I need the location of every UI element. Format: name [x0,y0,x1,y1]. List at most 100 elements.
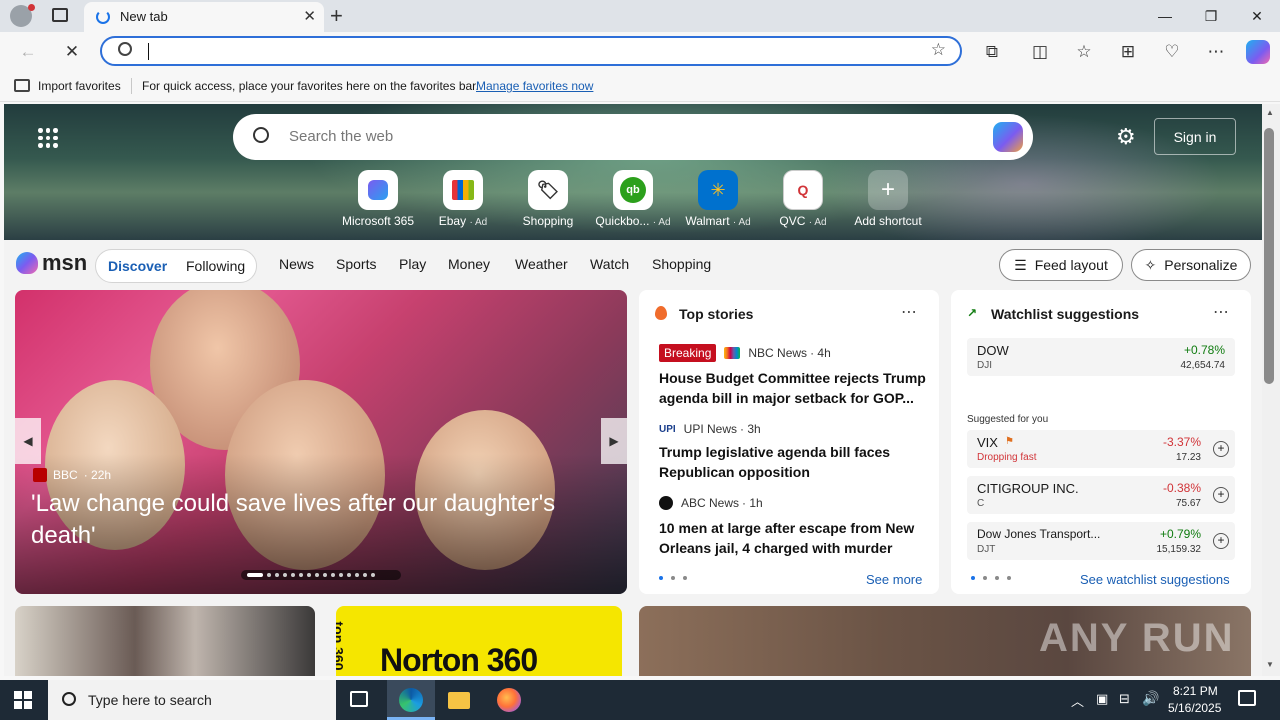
featured-headline[interactable]: 'Law change could save lives after our d… [31,488,601,552]
tray-chevron-icon[interactable]: ︿ [1071,691,1084,710]
tray-device-icon[interactable]: ▣ [1096,691,1108,707]
clock-date[interactable]: 5/16/2025 [1168,701,1221,715]
story-meta: ABC News · 1h [659,496,763,510]
task-view-icon[interactable] [350,691,368,707]
notifications-icon[interactable] [1238,690,1256,706]
taskbar-search-placeholder: Type here to search [88,692,212,708]
add-to-watchlist-button[interactable]: + [1213,533,1229,549]
hero-background: Search the web ⚙ Sign in Microsoft 365 E… [4,104,1262,240]
volume-icon[interactable]: 🔊 [1142,690,1159,707]
scrollbar-thumb[interactable] [1264,128,1274,384]
import-favorites-button[interactable]: Import favorites [38,79,121,93]
feed-mode-toggle: Discover Following [95,249,257,283]
nav-watch[interactable]: Watch [590,256,629,272]
shortcut-quickbooks[interactable]: qb Quickbo... · Ad [588,170,678,228]
more-options-icon[interactable]: ⋯ [1213,302,1229,322]
add-to-watchlist-button[interactable]: + [1213,487,1229,503]
search-icon [62,692,76,706]
split-screen-icon[interactable]: ◫ [1028,40,1052,64]
new-tab-page: Search the web ⚙ Sign in Microsoft 365 E… [4,104,1262,676]
norton-logo-text: Norton 360 [380,642,538,676]
nav-weather[interactable]: Weather [515,256,568,272]
settings-more-icon[interactable]: ⋯ [1204,40,1228,64]
personalize-button[interactable]: ✧ Personalize [1131,249,1251,281]
firefox-icon[interactable] [497,688,521,712]
start-button[interactable] [14,691,32,709]
norton-ad-card[interactable]: ton 360 Norton 360 [336,606,622,676]
news-card-photo[interactable]: ANY RUN [639,606,1251,676]
tab-actions-icon[interactable] [52,8,68,22]
favorites-icon[interactable]: ☆ [1072,40,1096,64]
carousel-next-button[interactable]: ▶ [601,418,627,464]
scroll-up-icon[interactable]: ▲ [1266,108,1274,117]
news-card-photo[interactable] [15,606,315,676]
copilot-icon[interactable] [1246,40,1270,64]
nav-news[interactable]: News [279,256,314,272]
ticker-row-dow[interactable]: DOW DJI +0.78% 42,654.74 [967,338,1235,376]
minimize-button[interactable]: — [1142,0,1188,32]
text-cursor [148,43,149,60]
apps-grid-icon[interactable] [38,128,58,148]
new-tab-button[interactable]: + [330,3,343,29]
copilot-icon[interactable] [993,122,1023,152]
scroll-down-icon[interactable]: ▼ [1266,660,1274,669]
clock-time[interactable]: 8:21 PM [1173,684,1218,698]
see-more-link[interactable]: See more [866,572,922,587]
add-shortcut-button[interactable]: + Add shortcut [843,170,933,228]
carousel-prev-button[interactable]: ◀ [15,418,41,464]
tab-following[interactable]: Following [186,258,245,274]
network-icon[interactable]: ⊟ [1119,691,1130,707]
loading-spinner-icon [96,10,110,24]
msn-logo[interactable]: msn [16,250,87,276]
file-explorer-icon[interactable] [448,692,470,709]
story-headline[interactable]: 10 men at large after escape from New Or… [659,518,927,558]
tab-discover[interactable]: Discover [108,258,167,274]
address-bar[interactable]: ☆ [100,36,962,66]
profile-avatar[interactable] [10,4,35,27]
shortcut-shopping[interactable]: 🏷 Shopping [503,170,593,228]
web-search-box[interactable]: Search the web [233,114,1033,160]
shortcut-microsoft-365[interactable]: Microsoft 365 [333,170,423,228]
divider [131,78,132,94]
see-watchlist-link[interactable]: See watchlist suggestions [1080,572,1230,587]
notification-dot [28,4,35,11]
ticker-row-djt[interactable]: Dow Jones Transport... DJT +0.79% 15,159… [967,522,1235,560]
nav-sports[interactable]: Sports [336,256,376,272]
shortcut-walmart[interactable]: ✳ Walmart · Ad [673,170,763,228]
feed-layout-button[interactable]: ☰ Feed layout [999,249,1123,281]
story-headline[interactable]: House Budget Committee rejects Trump age… [659,368,927,408]
close-window-button[interactable]: ✕ [1234,0,1280,32]
norton-side-text: ton 360 [336,621,347,671]
nav-money[interactable]: Money [448,256,490,272]
browser-essentials-icon[interactable]: ♡ [1160,40,1184,64]
restore-button[interactable]: ❐ [1188,0,1234,32]
back-arrow-icon[interactable]: ← [16,40,40,64]
nav-play[interactable]: Play [399,256,426,272]
nav-shopping[interactable]: Shopping [652,256,711,272]
edge-taskbar-button[interactable] [387,680,435,720]
stop-loading-icon[interactable]: ✕ [60,40,84,64]
story-meta: UPI UPI News · 3h [659,422,761,436]
more-options-icon[interactable]: ⋯ [901,302,917,322]
favorite-star-icon[interactable]: ☆ [931,40,946,60]
collections-icon[interactable]: ⊞ [1116,40,1140,64]
taskbar-search-box[interactable]: Type here to search [48,680,336,720]
tab-new-tab[interactable]: New tab ✕ [84,2,324,32]
ticker-row-citigroup[interactable]: CITIGROUP INC. C -0.38% 75.67 + [967,476,1235,514]
tab-strip: New tab ✕ + — ❐ ✕ [0,0,1280,32]
ticker-row-vix[interactable]: VIX ⚑ Dropping fast -3.37% 17.23 + [967,430,1235,468]
microsoft-365-icon [358,170,398,210]
alert-flag-icon: ⚑ [1005,436,1014,447]
suggested-label: Suggested for you [967,414,1049,425]
add-to-watchlist-button[interactable]: + [1213,441,1229,457]
extensions-icon[interactable]: ⧉ [980,40,1004,64]
shortcut-qvc[interactable]: Q QVC · Ad [758,170,848,228]
settings-gear-icon[interactable]: ⚙ [1116,124,1136,150]
close-tab-icon[interactable]: ✕ [303,7,316,25]
sign-in-button[interactable]: Sign in [1154,118,1236,155]
featured-story-card[interactable]: ◀ ▶ BBC · 22h 'Law change could save liv… [15,290,627,594]
shortcut-ebay[interactable]: Ebay · Ad [418,170,508,228]
msn-nav-row: msn Discover Following News Sports Play … [4,240,1262,290]
manage-favorites-link[interactable]: Manage favorites now [476,79,593,93]
story-headline[interactable]: Trump legislative agenda bill faces Repu… [659,442,927,482]
